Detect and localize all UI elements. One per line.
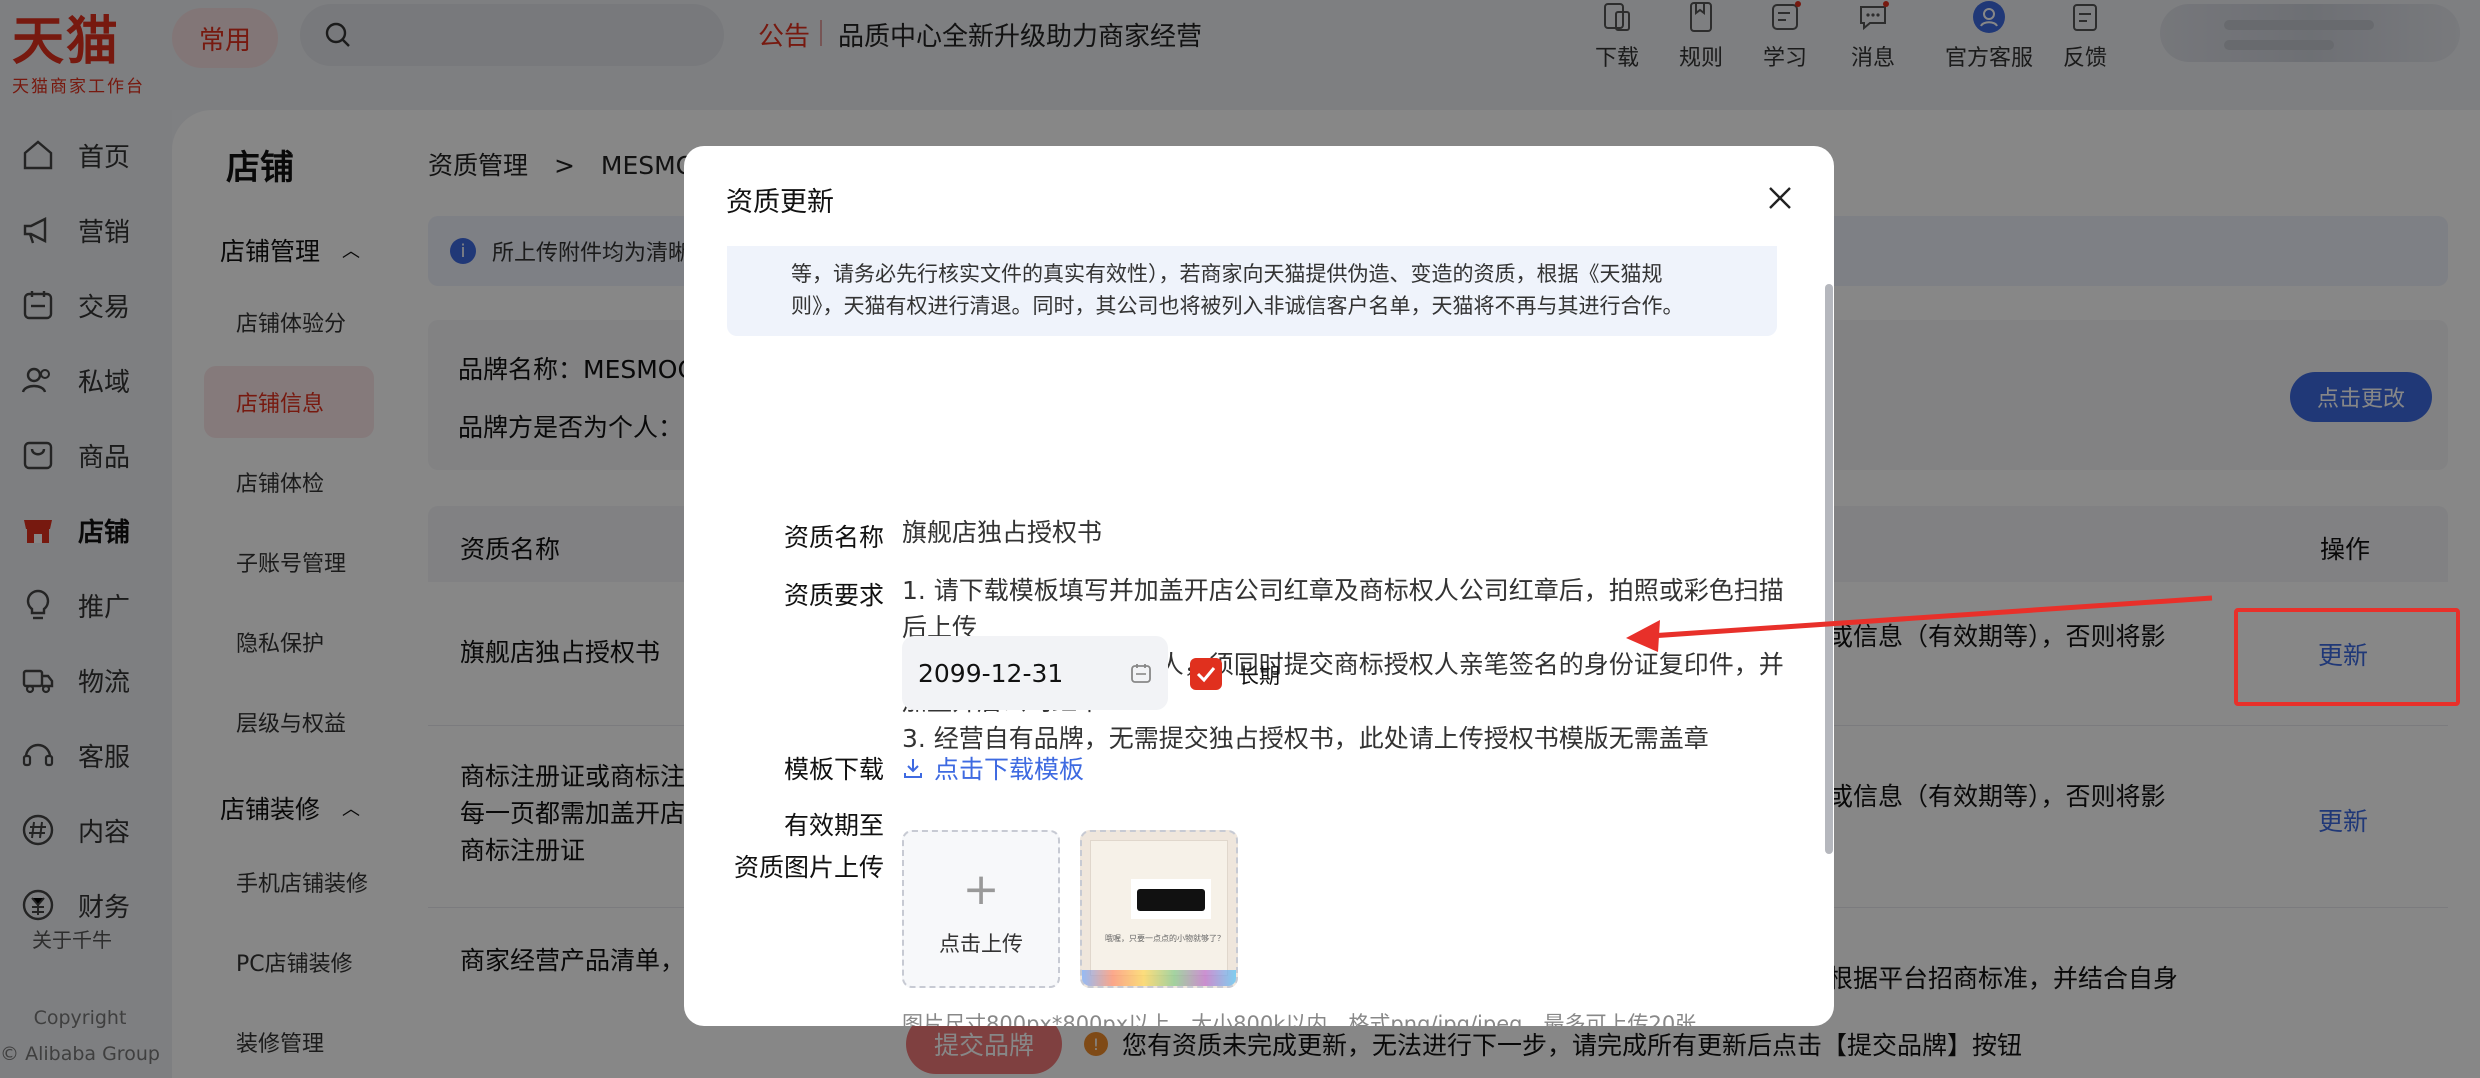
modal-title: 资质更新 (726, 187, 834, 218)
notice-line: 则》，天猫有权进行清退。同时，其公司也将被列入非诚信客户名单，天猫将不再与其进行… (791, 294, 1684, 318)
field-label-expiry: 有效期至 (783, 811, 884, 840)
modal-body: 等，请务必先行核实文件的真实有效性），若商家向天猫提供伪造、变造的资质，根据《天… (684, 246, 1834, 1026)
requirement-line: 3. 经营自有品牌，无需提交独占授权书，此处请上传授权书模版无需盖章 (902, 724, 1709, 753)
qualification-update-modal: 资质更新 等，请务必先行核实文件的真实有效性），若商家向天猫提供伪造、变造的资质… (684, 146, 1834, 1026)
requirement-line: 2. 若商标授权人为自然人，须同时提交商标授权人亲笔签名的身份证复印件，并 (902, 650, 1784, 679)
notice-line: 等，请务必先行核实文件的真实有效性），若商家向天猫提供伪造、变造的资质，根据《天… (791, 262, 1663, 286)
field-label-requirement: 资质要求 (783, 581, 884, 610)
close-icon[interactable] (1764, 182, 1796, 214)
requirement-line: 后上传 (902, 613, 978, 642)
requirement-line: 加盖开店公司红章 (902, 687, 1103, 716)
requirement-line: 1. 请下载模板填写并加盖开店公司红章及商标权人公司红章后，拍照或彩色扫描 (902, 576, 1784, 605)
authenticity-notice: 等，请务必先行核实文件的真实有效性），若商家向天猫提供伪造、变造的资质，根据《天… (727, 246, 1777, 336)
field-label-name: 资质名称 (783, 523, 884, 552)
highlight-box (2234, 608, 2460, 706)
qualification-name-value: 旗舰店独占授权书 (902, 518, 1103, 547)
requirement-text: 1. 请下载模板填写并加盖开店公司红章及商标权人公司红章后，拍照或彩色扫描 后上… (902, 572, 1784, 757)
